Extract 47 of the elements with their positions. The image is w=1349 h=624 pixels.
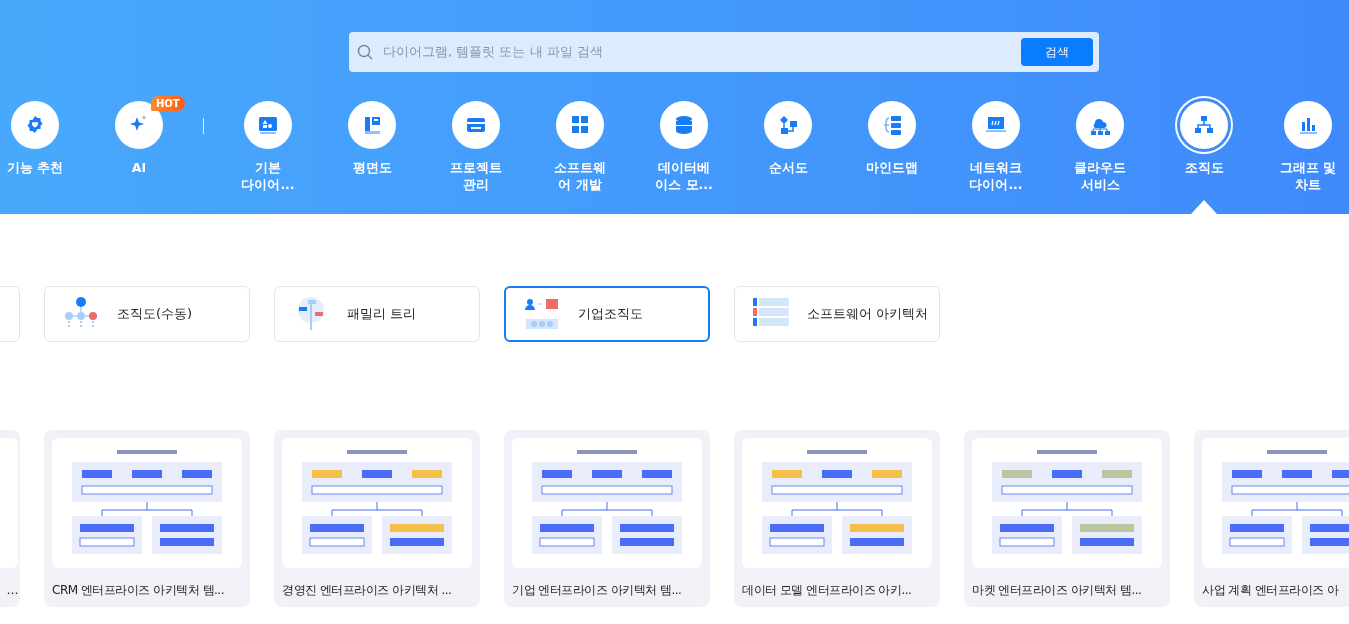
search-icon xyxy=(357,44,373,60)
category-label[interactable]: 기본 다이어... xyxy=(241,159,295,193)
category-label[interactable]: 마인드맵 xyxy=(866,159,918,176)
category-label[interactable]: 평면도 xyxy=(352,159,392,176)
category-label[interactable]: 데이터베 이스 모... xyxy=(655,159,713,193)
category-label[interactable]: 조직도 xyxy=(1184,159,1224,176)
category-label[interactable]: 클라우드 서비스 xyxy=(1074,159,1126,193)
category-button[interactable] xyxy=(452,101,500,149)
category-label[interactable]: 프로젝트 관리 xyxy=(450,159,502,193)
search-field[interactable]: 다이어그램, 템플릿 또는 내 파일 검색 검색 xyxy=(349,32,1099,72)
template-title: 기업 엔터프라이즈 아키텍처 템... xyxy=(512,582,683,599)
template-title: 데이터 모델 엔터프라이즈 아키... xyxy=(742,582,913,599)
template-card[interactable]: 마켓 엔터프라이즈 아키텍처 템... xyxy=(964,430,1170,607)
template-card[interactable]: … xyxy=(0,430,20,607)
template-title: … xyxy=(5,582,18,599)
template-card[interactable]: CRM 엔터프라이즈 아키텍처 템... xyxy=(44,430,250,607)
category-button[interactable] xyxy=(868,101,916,149)
category-button[interactable] xyxy=(972,101,1020,149)
category-label[interactable]: 네트워크 다이어... xyxy=(969,159,1023,193)
category-button[interactable] xyxy=(1076,101,1124,149)
category-button[interactable] xyxy=(660,101,708,149)
template-card[interactable]: 기업 엔터프라이즈 아키텍처 템... xyxy=(504,430,710,607)
selection-pointer xyxy=(1191,200,1217,214)
category-label[interactable]: AI xyxy=(131,159,147,176)
template-title: CRM 엔터프라이즈 아키텍처 템... xyxy=(52,582,225,599)
category-button[interactable] xyxy=(764,101,812,149)
category-button[interactable] xyxy=(556,101,604,149)
category-button[interactable] xyxy=(1284,101,1332,149)
category-label[interactable]: 그래프 및 차트 xyxy=(1279,159,1337,193)
category-button[interactable] xyxy=(244,101,292,149)
subcategory-card[interactable]: 소프트웨어 아키텍처 xyxy=(734,286,940,342)
subcategory-card[interactable]: 조직도(수동) xyxy=(44,286,250,342)
category-label[interactable]: 소프트웨 어 개발 xyxy=(554,159,606,193)
category-button[interactable] xyxy=(348,101,396,149)
category-label[interactable]: 기능 추천 xyxy=(6,159,64,176)
template-card[interactable]: 경영진 엔터프라이즈 아키텍처 ... xyxy=(274,430,480,607)
subcategory-card[interactable]: 패밀리 트리 xyxy=(274,286,480,342)
search-button[interactable]: 검색 xyxy=(1021,38,1093,66)
category-label[interactable]: 순서도 xyxy=(768,159,808,176)
template-title: 마켓 엔터프라이즈 아키텍처 템... xyxy=(972,582,1143,599)
template-title: 사업 계획 엔터프라이즈 아 xyxy=(1202,582,1340,599)
template-title: 경영진 엔터프라이즈 아키텍처 ... xyxy=(282,582,453,599)
category-button[interactable] xyxy=(11,101,59,149)
template-card[interactable]: 사업 계획 엔터프라이즈 아 xyxy=(1194,430,1349,607)
template-card[interactable]: 데이터 모델 엔터프라이즈 아키... xyxy=(734,430,940,607)
hot-badge: HOT xyxy=(151,96,185,111)
subcategory-card[interactable]: 기업조직도 xyxy=(504,286,710,342)
